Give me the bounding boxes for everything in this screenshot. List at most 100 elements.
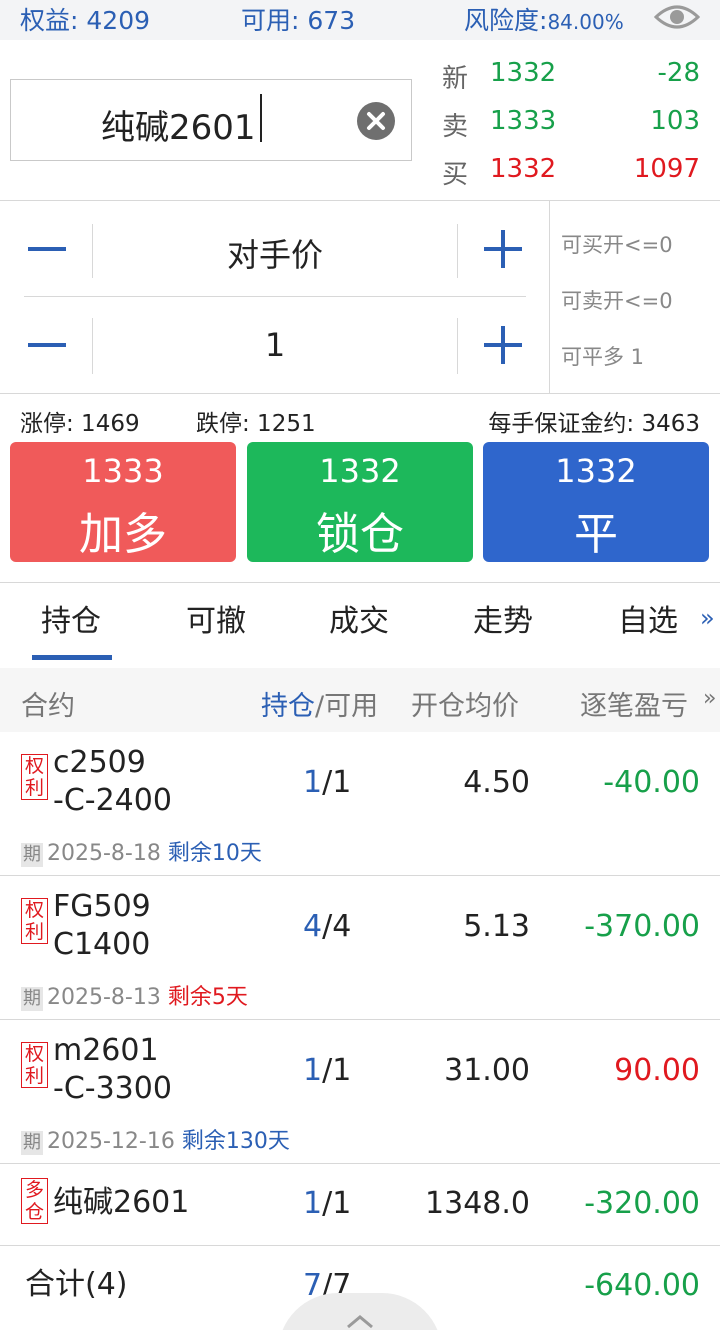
pnl-cell: -370.00 — [584, 909, 700, 944]
ask-label: 卖 — [442, 112, 469, 142]
contract-name: m2601 -C-3300 — [53, 1032, 172, 1108]
button-price: 1333 — [82, 452, 164, 490]
contract-name: c2509 -C-2400 — [53, 744, 172, 820]
header-position-label: 持仓 — [261, 691, 315, 722]
risk-value: 84.00% — [547, 10, 624, 34]
tab-watchlist[interactable]: 自选 — [618, 596, 678, 640]
last-label: 新 — [442, 64, 469, 94]
position-cell: 1/1 — [303, 1186, 351, 1221]
tab-positions[interactable]: 持仓 — [41, 596, 101, 640]
pnl-cell: -40.00 — [603, 765, 700, 800]
equity-label: 权益: — [20, 6, 79, 35]
contract-name-line2: -C-2400 — [53, 783, 172, 818]
quantity-field[interactable]: 1 — [93, 326, 457, 364]
text-caret — [260, 94, 262, 142]
badge-bottom: 仓 — [24, 1201, 44, 1223]
can-sell-open: 可卖开<=0 — [561, 289, 673, 313]
lock-position-button[interactable]: 1332 锁仓 — [247, 442, 473, 562]
header-more-icon[interactable]: » — [703, 686, 716, 711]
total-label: 合计(4) — [25, 1267, 128, 1302]
type-badge: 权利 — [21, 898, 48, 944]
header-pnl[interactable]: 逐笔盈亏 — [580, 684, 688, 723]
expiry-tag: 期 — [21, 843, 43, 867]
expiry-tag: 期 — [21, 987, 43, 1011]
position-value: 1 — [303, 1053, 323, 1088]
header-contract[interactable]: 合约 — [21, 684, 75, 723]
contract-name-line1: FG509 — [53, 889, 151, 924]
pnl-cell: -320.00 — [584, 1186, 700, 1221]
last-price: 1332 — [490, 58, 557, 88]
tab-trades[interactable]: 成交 — [329, 596, 389, 640]
equity: 权益: 4209 — [20, 1, 150, 37]
chevron-up-icon — [347, 1315, 373, 1329]
table-row[interactable]: 权利 FG509 C1400 4/4 5.13 -370.00 期 2025-8-1… — [0, 876, 720, 1020]
contract-name: 纯碱2601 — [53, 1185, 190, 1220]
expiry-info: 期 2025-8-13 剩余5天 — [21, 979, 248, 1011]
avg-price-cell: 4.50 — [463, 765, 530, 800]
available-value: /4 — [322, 909, 352, 944]
position-cell: 4/4 — [303, 909, 351, 944]
table-row[interactable]: 权利 m2601 -C-3300 1/1 31.00 90.00 期 2025-12… — [0, 1020, 720, 1164]
expiry-remaining: 剩余130天 — [181, 1129, 290, 1154]
tab-cancelable[interactable]: 可撤 — [186, 596, 246, 640]
header-position[interactable]: 持仓/可用 — [261, 684, 378, 723]
expiry-info: 期 2025-8-18 剩余10天 — [21, 835, 262, 867]
risk-degree: 风险度:84.00% — [464, 1, 624, 37]
eye-icon[interactable] — [654, 2, 700, 32]
badge-bottom: 利 — [24, 921, 44, 943]
available-label: 可用: — [241, 6, 300, 35]
available-funds: 可用: 673 — [241, 1, 355, 37]
quantity-plus-button[interactable] — [468, 310, 538, 380]
contract-name-line2: C1400 — [53, 927, 151, 962]
badge-top: 权 — [24, 899, 44, 921]
limit-down: 跌停: 1251 — [196, 411, 316, 437]
button-price: 1332 — [319, 452, 401, 490]
symbol-value: 纯碱2601 — [101, 108, 256, 148]
badge-bottom: 利 — [24, 1065, 44, 1087]
divider — [24, 296, 526, 297]
badge-bottom: 利 — [24, 777, 44, 799]
quantity-minus-button[interactable] — [12, 310, 82, 380]
price-minus-button[interactable] — [12, 214, 82, 284]
avg-price-cell: 1348.0 — [425, 1186, 530, 1221]
divider — [457, 318, 458, 374]
margin-per-lot: 每手保证金约: 3463 — [488, 411, 700, 437]
header-avg-price[interactable]: 开仓均价 — [411, 684, 519, 723]
can-buy-open: 可买开<=0 — [561, 233, 673, 257]
expiry-remaining: 剩余10天 — [167, 841, 262, 866]
position-value: 1 — [303, 765, 323, 800]
badge-top: 权 — [24, 1043, 44, 1065]
contract-name-line2: -C-3300 — [53, 1071, 172, 1106]
close-position-button[interactable]: 1332 平 — [483, 442, 709, 562]
price-plus-button[interactable] — [468, 214, 538, 284]
contract-name-line1: c2509 — [53, 745, 146, 780]
bid-volume: 1097 — [633, 154, 700, 184]
equity-value: 4209 — [86, 6, 151, 35]
expiry-tag: 期 — [21, 1131, 43, 1155]
symbol-input[interactable]: 纯碱2601 — [10, 79, 412, 161]
tabs-more-icon[interactable]: » — [700, 604, 715, 632]
risk-label: 风险度: — [464, 6, 548, 35]
add-long-button[interactable]: 1333 加多 — [10, 442, 236, 562]
button-label: 锁仓 — [316, 509, 404, 560]
expiry-remaining: 剩余5天 — [167, 985, 248, 1010]
expiry-info: 期 2025-12-16 剩余130天 — [21, 1123, 290, 1155]
ask-volume: 103 — [650, 106, 700, 136]
header-available-label: /可用 — [315, 691, 379, 722]
contract-name: FG509 C1400 — [53, 888, 151, 964]
divider — [549, 200, 550, 393]
badge-top: 多 — [24, 1179, 44, 1201]
minus-icon — [28, 343, 66, 347]
divider — [457, 224, 458, 278]
last-change: -28 — [657, 58, 700, 88]
table-row[interactable]: 权利 c2509 -C-2400 1/1 4.50 -40.00 期 2025-8-… — [0, 732, 720, 876]
pnl-cell: 90.00 — [614, 1053, 700, 1088]
clear-icon[interactable] — [357, 102, 395, 140]
tab-trend[interactable]: 走势 — [473, 596, 533, 640]
ask-price: 1333 — [490, 106, 557, 136]
table-row[interactable]: 多仓 纯碱2601 1/1 1348.0 -320.00 — [0, 1164, 720, 1245]
table-header: 合约 持仓/可用 开仓均价 逐笔盈亏 » — [0, 668, 720, 732]
minus-icon — [28, 247, 66, 251]
active-tab-indicator — [32, 655, 112, 660]
price-type-field[interactable]: 对手价 — [93, 230, 457, 276]
